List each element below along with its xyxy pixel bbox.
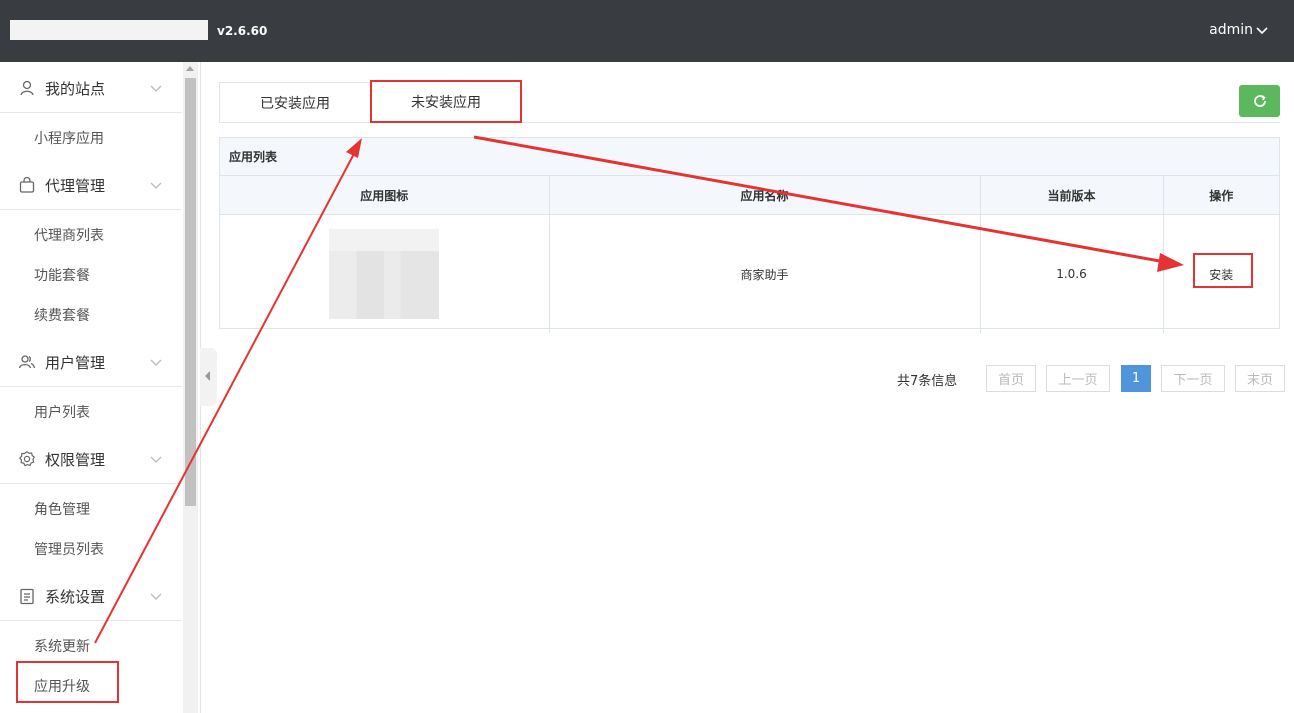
sidebar-item-agent-list[interactable]: 代理商列表 — [34, 225, 104, 245]
bag-icon — [19, 176, 35, 193]
sidebar-item-user-list[interactable]: 用户列表 — [34, 402, 90, 422]
table-row: 商家助手 1.0.6 安装 — [220, 214, 1279, 333]
sidebar-group-permissions[interactable]: 权限管理 — [0, 435, 182, 484]
refresh-button[interactable] — [1239, 85, 1280, 117]
version-label: v2.6.60 — [217, 24, 268, 38]
pagination-last-button[interactable]: 末页 — [1235, 365, 1285, 392]
pagination-next-button[interactable]: 下一页 — [1161, 365, 1225, 392]
column-header: 当前版本 — [980, 176, 1164, 215]
sidebar-group-users[interactable]: 用户管理 — [0, 338, 182, 387]
user-icon — [20, 80, 34, 96]
sidebar-item-admin-list[interactable]: 管理员列表 — [34, 539, 104, 559]
chevron-down-icon — [150, 85, 162, 92]
column-header: 操作 — [1163, 176, 1279, 215]
sidebar-group-agent[interactable]: 代理管理 — [0, 161, 182, 210]
column-header: 应用名称 — [549, 176, 981, 215]
sidebar-scroll-thumb[interactable] — [185, 78, 196, 506]
refresh-icon — [1253, 95, 1266, 107]
pagination-info: 共7条信息 — [897, 374, 958, 389]
app-table: 应用图标 应用名称 当前版本 操作 商家助手 1.0.6 安装 — [220, 176, 1279, 333]
sidebar-group-label: 系统设置 — [45, 587, 106, 606]
chevron-down-icon — [150, 182, 162, 189]
column-header: 应用图标 — [220, 176, 550, 215]
sidebar-group-label: 代理管理 — [45, 176, 106, 195]
sidebar-group-label: 我的站点 — [45, 79, 106, 98]
chevron-left-icon — [205, 371, 210, 381]
chevron-down-icon — [150, 593, 162, 600]
table-header-row: 应用图标 应用名称 当前版本 操作 — [220, 176, 1279, 215]
users-icon — [18, 355, 36, 369]
sidebar-item-role-management[interactable]: 角色管理 — [34, 499, 90, 519]
pagination-first-button[interactable]: 首页 — [986, 365, 1036, 392]
app-icon-image — [329, 229, 440, 319]
sidebar-item-mini-program[interactable]: 小程序应用 — [34, 128, 104, 148]
chevron-down-icon — [150, 456, 162, 463]
tab-installed-apps[interactable]: 已安装应用 — [219, 82, 371, 122]
sidebar-group-my-sites[interactable]: 我的站点 — [0, 64, 182, 113]
app-list-panel: 应用列表 应用图标 应用名称 当前版本 操作 商家助手 1.0.6 安装 — [219, 137, 1280, 333]
tab-uninstalled-apps[interactable]: 未安装应用 — [371, 82, 521, 122]
pagination-page-1[interactable]: 1 — [1121, 365, 1151, 392]
sidebar-item-app-upgrade[interactable]: 应用升级 — [34, 676, 90, 696]
sidebar-item-system-update[interactable]: 系统更新 — [34, 636, 90, 656]
sidebar: 我的站点 小程序应用 代理管理 代理商列表 功能套餐 续费套餐 用户管理 用户列… — [0, 62, 201, 713]
sidebar-collapse-toggle[interactable] — [200, 348, 217, 406]
app-tabs: 已安装应用 未安装应用 — [219, 82, 1280, 123]
chevron-down-icon — [1256, 27, 1268, 35]
sidebar-group-label: 用户管理 — [45, 353, 106, 372]
sidebar-item-renewal-package[interactable]: 续费套餐 — [34, 305, 90, 325]
panel-title: 应用列表 — [220, 138, 1279, 176]
scroll-up-arrow-icon[interactable] — [186, 66, 194, 71]
top-bar: v2.6.60 admin — [0, 0, 1294, 62]
sidebar-group-system-settings[interactable]: 系统设置 — [0, 572, 182, 621]
user-name: admin — [1209, 22, 1253, 38]
logo — [10, 20, 208, 40]
sidebar-item-feature-package[interactable]: 功能套餐 — [34, 265, 90, 285]
pagination-prev-button[interactable]: 上一页 — [1046, 365, 1110, 392]
gear-icon — [18, 451, 35, 467]
user-menu[interactable]: admin — [1209, 22, 1268, 38]
chevron-down-icon — [150, 359, 162, 366]
install-button[interactable]: 安装 — [1209, 266, 1233, 283]
app-version-cell: 1.0.6 — [980, 214, 1164, 333]
clipboard-icon — [20, 588, 34, 605]
app-name-cell: 商家助手 — [549, 214, 981, 333]
sidebar-group-label: 权限管理 — [45, 450, 106, 469]
